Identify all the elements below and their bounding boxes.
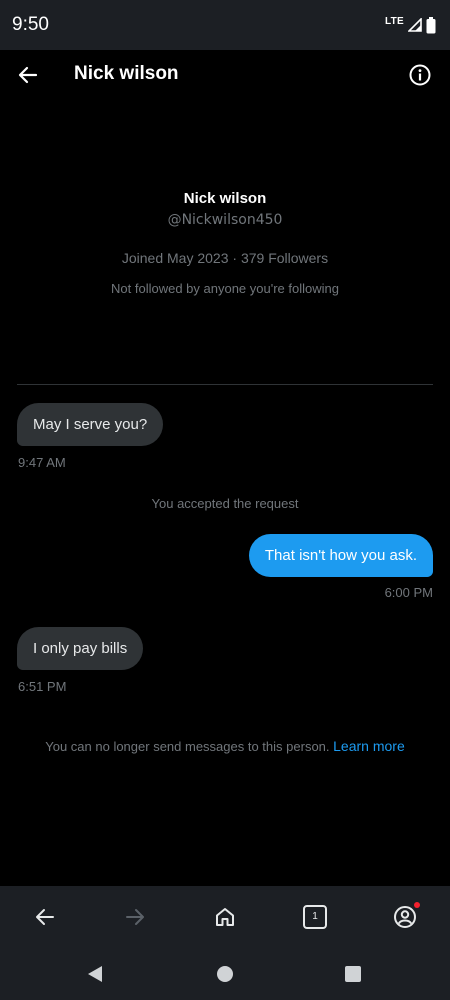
back-arrow-icon[interactable] [16, 63, 40, 87]
conversation-title: Nick wilson [74, 63, 179, 84]
network-type-label: LTE [384, 15, 404, 27]
system-message: You accepted the request [151, 496, 299, 511]
status-bar: 9:50 LTE [0, 0, 450, 50]
browser-toolbar: 1 [0, 886, 450, 948]
message-bubble-incoming[interactable]: I only pay bills [17, 627, 144, 670]
status-icons: LTE [384, 15, 436, 34]
system-home-icon[interactable] [216, 964, 234, 984]
tab-count: 1 [303, 905, 327, 929]
signal-icon [408, 18, 422, 32]
message-timestamp: 6:00 PM [384, 585, 433, 600]
profile-summary[interactable]: Nick wilson @Nickwilson450 Joined May 20… [0, 190, 450, 296]
status-time: 9:50 [12, 14, 49, 35]
system-recents-icon[interactable] [344, 964, 362, 984]
system-back-icon[interactable] [86, 964, 104, 984]
notice-text: You can no longer send messages to this … [45, 739, 330, 754]
message-timestamp: 9:47 AM [18, 455, 66, 470]
info-icon[interactable] [408, 63, 432, 87]
follow-context: Not followed by anyone you're following [111, 281, 339, 296]
browser-forward-icon[interactable] [123, 905, 147, 929]
notification-dot [414, 902, 420, 908]
profile-meta: Joined May 2023 · 379 Followers [121, 250, 329, 266]
messaging-disabled-notice: You can no longer send messages to this … [0, 738, 450, 754]
app-bar: Nick wilson [0, 50, 450, 100]
tabs-button[interactable]: 1 [303, 905, 327, 929]
profile-name: Nick wilson [183, 190, 267, 207]
battery-icon [426, 16, 436, 33]
message-bubble-outgoing[interactable]: That isn't how you ask. [248, 534, 433, 577]
message-timestamp: 6:51 PM [18, 679, 67, 694]
home-icon[interactable] [213, 905, 237, 929]
message-bubble-incoming[interactable]: May I serve you? [17, 403, 164, 446]
system-navigation-bar [0, 948, 450, 1000]
learn-more-link[interactable]: Learn more [333, 738, 405, 754]
divider [17, 384, 433, 385]
account-icon [394, 906, 416, 928]
browser-back-icon[interactable] [33, 905, 57, 929]
account-button[interactable] [393, 902, 420, 929]
profile-handle: @Nickwilson450 [167, 212, 283, 228]
